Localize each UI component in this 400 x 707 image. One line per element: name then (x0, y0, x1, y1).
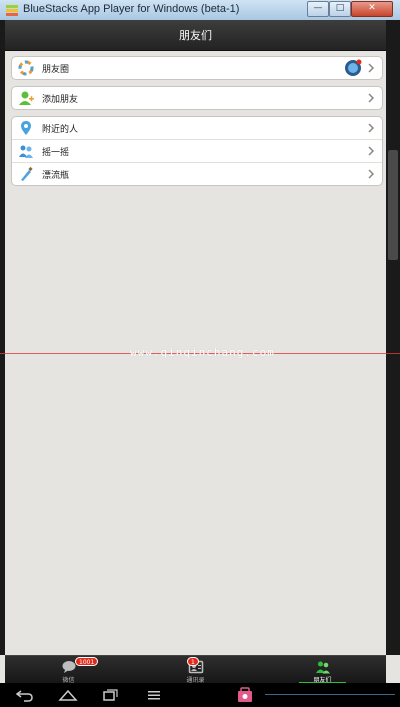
store-icon[interactable] (235, 687, 255, 703)
avatar (345, 59, 362, 76)
list-item-moments[interactable]: 朋友圈 (12, 57, 382, 79)
drift-bottle-icon (21, 166, 33, 181)
list-item-label: 摇一摇 (42, 147, 70, 158)
location-pin-icon (21, 121, 31, 135)
tab-contacts[interactable]: 1 通讯录 (132, 656, 259, 684)
list-item-shake[interactable]: 摇一摇 (12, 140, 382, 163)
group-discover: 附近的人 摇一摇 漂流瓶 (11, 116, 383, 186)
frame-right (386, 20, 400, 655)
chevron-right-icon (368, 123, 375, 133)
unread-badge: 1001 (75, 657, 99, 666)
shake-icon (19, 145, 33, 158)
menu-icon[interactable] (144, 687, 164, 703)
list-item-drift-bottle[interactable]: 漂流瓶 (12, 163, 382, 185)
list-item-add-friend[interactable]: 添加朋友 (12, 87, 382, 109)
list-item-label: 附近的人 (42, 124, 79, 135)
chevron-right-icon (368, 63, 375, 73)
group-add-friend: 添加朋友 (11, 86, 383, 110)
watermark-text: www.qinqinchang.com (130, 346, 275, 359)
window-title: BlueStacks App Player for Windows (beta-… (23, 3, 240, 15)
close-button[interactable]: ✕ (351, 1, 393, 17)
scrollbar-thumb[interactable] (388, 150, 398, 260)
unread-badge: 1 (187, 657, 199, 666)
group-moments: 朋友圈 (11, 56, 383, 80)
page-title: 朋友们 (179, 29, 212, 42)
bluestacks-logo-icon (6, 5, 18, 16)
chevron-right-icon (368, 169, 375, 179)
recent-apps-icon[interactable] (101, 687, 121, 703)
minimize-button[interactable]: — (307, 1, 329, 17)
moments-icon (18, 60, 34, 76)
list-item-label: 朋友圈 (42, 64, 70, 75)
app-header: 朋友们 (5, 20, 386, 51)
window-title-bar[interactable]: BlueStacks App Player for Windows (beta-… (0, 0, 400, 21)
list-item-nearby[interactable]: 附近的人 (12, 117, 382, 140)
tab-friends[interactable]: 朋友们 (259, 656, 386, 684)
maximize-button[interactable]: □ (329, 1, 351, 17)
bottom-tab-bar: 1001 微信 1 通讯录 朋友们 (5, 655, 386, 684)
home-icon[interactable] (58, 687, 78, 703)
chevron-right-icon (368, 93, 375, 103)
back-icon[interactable] (15, 687, 35, 703)
nav-divider (265, 694, 395, 695)
friends-icon (315, 661, 330, 674)
tab-wechat[interactable]: 1001 微信 (5, 656, 132, 684)
chevron-right-icon (368, 146, 375, 156)
android-nav-bar (0, 683, 400, 707)
add-friend-icon (19, 91, 34, 105)
list-item-label: 添加朋友 (42, 94, 79, 105)
list-item-label: 漂流瓶 (42, 170, 70, 181)
